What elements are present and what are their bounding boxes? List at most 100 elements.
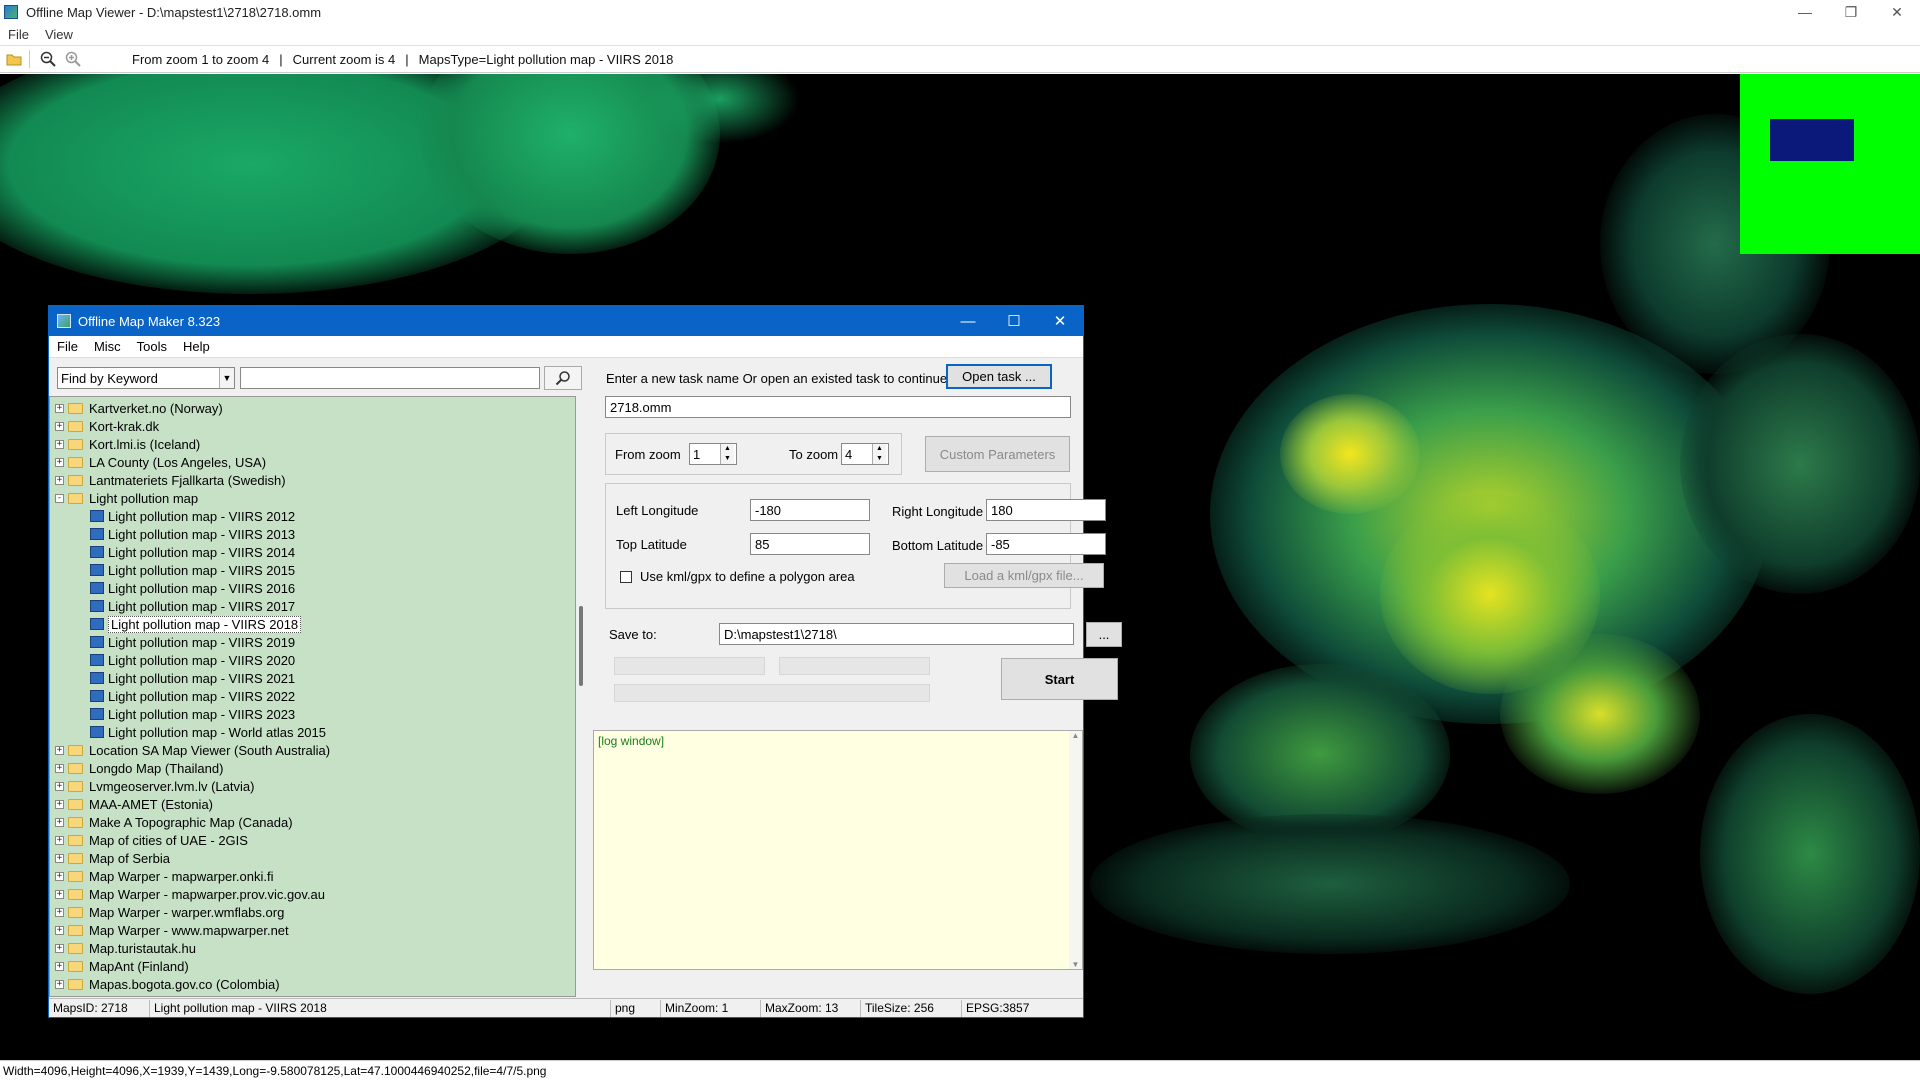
chevron-down-icon[interactable]: ▼	[219, 368, 234, 388]
zoom-out-icon[interactable]	[37, 48, 59, 70]
spin-down-icon[interactable]: ▼	[873, 454, 886, 464]
expand-icon[interactable]: +	[55, 925, 64, 935]
tree-leaf-item[interactable]: Light pollution map - VIIRS 2013	[50, 525, 575, 543]
dialog-menu-tools[interactable]: Tools	[129, 339, 175, 354]
expand-icon[interactable]: +	[55, 781, 64, 791]
tree-folder-item[interactable]: + Map Warper - www.mapwarper.net	[50, 921, 575, 939]
search-input[interactable]	[240, 367, 540, 389]
expand-icon[interactable]: +	[55, 475, 64, 485]
right-longitude-input[interactable]: 180	[986, 499, 1106, 521]
tree-leaf-item[interactable]: Light pollution map - VIIRS 2020	[50, 651, 575, 669]
tree-scrollbar-thumb[interactable]	[579, 606, 583, 686]
tree-leaf-item[interactable]: Light pollution map - VIIRS 2015	[50, 561, 575, 579]
tree-leaf-item[interactable]: Light pollution map - VIIRS 2012	[50, 507, 575, 525]
expand-icon[interactable]: +	[55, 835, 64, 845]
tree-folder-item[interactable]: + Location SA Map Viewer (South Australia…	[50, 741, 575, 759]
log-window[interactable]: [log window] ▲ ▼	[593, 730, 1083, 970]
tree-folder-item[interactable]: + Make A Topographic Map (Canada)	[50, 813, 575, 831]
tree-folder-item[interactable]: + Longdo Map (Thailand)	[50, 759, 575, 777]
tree-folder-item[interactable]: + Map.turistautak.hu	[50, 939, 575, 957]
expand-icon[interactable]: +	[55, 979, 64, 989]
maximize-button[interactable]: ❐	[1828, 0, 1874, 24]
browse-button[interactable]: ...	[1086, 622, 1122, 647]
expand-icon[interactable]: +	[55, 943, 64, 953]
tree-leaf-item[interactable]: Light pollution map - VIIRS 2016	[50, 579, 575, 597]
custom-parameters-button[interactable]: Custom Parameters	[925, 436, 1070, 472]
expand-icon[interactable]: +	[55, 961, 64, 971]
expand-icon[interactable]: +	[55, 871, 64, 881]
tree-scrollbar[interactable]	[576, 396, 589, 997]
tree-folder-item[interactable]: + MAA-AMET (Estonia)	[50, 795, 575, 813]
expand-icon[interactable]: +	[55, 745, 64, 755]
scroll-up-icon[interactable]: ▲	[1069, 731, 1082, 740]
collapse-icon[interactable]: -	[55, 493, 64, 503]
tree-leaf-item[interactable]: Light pollution map - VIIRS 2014	[50, 543, 575, 561]
tree-folder-item[interactable]: + Map Warper - mapwarper.prov.vic.gov.au	[50, 885, 575, 903]
expand-icon[interactable]: +	[55, 457, 64, 467]
map-source-tree[interactable]: + Kartverket.no (Norway) + Kort-krak.dk + Kor…	[49, 396, 576, 997]
open-task-button[interactable]: Open task ...	[946, 364, 1052, 389]
left-longitude-input[interactable]: -180	[750, 499, 870, 521]
tree-folder-item[interactable]: + Lantmateriets Fjallkarta (Swedish)	[50, 471, 575, 489]
tree-folder-item[interactable]: + LA County (Los Angeles, USA)	[50, 453, 575, 471]
tree-leaf-item[interactable]: Light pollution map - VIIRS 2018	[50, 615, 575, 633]
minimap-viewport-frame[interactable]	[1770, 119, 1854, 161]
scroll-down-icon[interactable]: ▼	[1069, 960, 1082, 969]
tree-folder-item[interactable]: + MapAnt (Finland)	[50, 957, 575, 975]
top-latitude-input[interactable]: 85	[750, 533, 870, 555]
use-kml-checkbox[interactable]	[620, 571, 632, 583]
bottom-latitude-input[interactable]: -85	[986, 533, 1106, 555]
dialog-menu-file[interactable]: File	[49, 339, 86, 354]
menu-view[interactable]: View	[37, 27, 81, 42]
expand-icon[interactable]: +	[55, 439, 64, 449]
tree-folder-item[interactable]: + Map of Serbia	[50, 849, 575, 867]
tree-folder-item[interactable]: + Kartverket.no (Norway)	[50, 399, 575, 417]
save-path-input[interactable]: D:\mapstest1\2718\	[719, 623, 1074, 645]
open-folder-icon[interactable]	[3, 48, 25, 70]
expand-icon[interactable]: +	[55, 403, 64, 413]
tree-folder-item[interactable]: + Kort-krak.dk	[50, 417, 575, 435]
spin-up-icon[interactable]: ▲	[873, 444, 886, 454]
tree-leaf-item[interactable]: Light pollution map - VIIRS 2022	[50, 687, 575, 705]
menu-file[interactable]: File	[0, 27, 37, 42]
minimap[interactable]	[1740, 74, 1920, 254]
expand-icon[interactable]: +	[55, 853, 64, 863]
tree-folder-item[interactable]: + Kort.lmi.is (Iceland)	[50, 435, 575, 453]
start-button[interactable]: Start	[1001, 658, 1118, 700]
expand-icon[interactable]: +	[55, 889, 64, 899]
tree-leaf-item[interactable]: Light pollution map - VIIRS 2021	[50, 669, 575, 687]
dialog-menu-misc[interactable]: Misc	[86, 339, 129, 354]
to-zoom-stepper[interactable]: 4 ▲ ▼	[841, 443, 889, 465]
tree-folder-item[interactable]: - Light pollution map	[50, 489, 575, 507]
tree-folder-item[interactable]: + Map Warper - warper.wmflabs.org	[50, 903, 575, 921]
dialog-close-button[interactable]: ✕	[1037, 306, 1083, 336]
dialog-maximize-button[interactable]: ☐	[991, 306, 1037, 336]
from-zoom-stepper[interactable]: 1 ▲ ▼	[689, 443, 737, 465]
tree-folder-item[interactable]: + Lvmgeoserver.lvm.lv (Latvia)	[50, 777, 575, 795]
log-scrollbar[interactable]: ▲ ▼	[1069, 731, 1082, 969]
zoom-in-icon[interactable]	[62, 48, 84, 70]
dialog-minimize-button[interactable]: —	[945, 306, 991, 336]
tree-leaf-item[interactable]: Light pollution map - VIIRS 2023	[50, 705, 575, 723]
load-kml-button[interactable]: Load a kml/gpx file...	[944, 563, 1104, 588]
expand-icon[interactable]: +	[55, 817, 64, 827]
tree-folder-item[interactable]: + Map of cities of UAE - 2GIS	[50, 831, 575, 849]
tree-leaf-item[interactable]: Light pollution map - VIIRS 2019	[50, 633, 575, 651]
spin-down-icon[interactable]: ▼	[721, 454, 734, 464]
search-button[interactable]	[544, 366, 582, 390]
tree-folder-item[interactable]: + Mapas.bogota.gov.co (Colombia)	[50, 975, 575, 993]
expand-icon[interactable]: +	[55, 763, 64, 773]
dialog-menu-help[interactable]: Help	[175, 339, 218, 354]
search-mode-select[interactable]: Find by Keyword ▼	[57, 367, 235, 389]
task-name-input[interactable]: 2718.omm	[605, 396, 1071, 418]
close-button[interactable]: ✕	[1874, 0, 1920, 24]
expand-icon[interactable]: +	[55, 799, 64, 809]
spin-up-icon[interactable]: ▲	[721, 444, 734, 454]
tree-leaf-item[interactable]: Light pollution map - VIIRS 2017	[50, 597, 575, 615]
dialog-title-bar[interactable]: Offline Map Maker 8.323 — ☐ ✕	[49, 306, 1083, 336]
tree-folder-item[interactable]: + Map Warper - mapwarper.onki.fi	[50, 867, 575, 885]
minimize-button[interactable]: —	[1782, 0, 1828, 24]
expand-icon[interactable]: +	[55, 907, 64, 917]
expand-icon[interactable]: +	[55, 421, 64, 431]
tree-leaf-item[interactable]: Light pollution map - World atlas 2015	[50, 723, 575, 741]
